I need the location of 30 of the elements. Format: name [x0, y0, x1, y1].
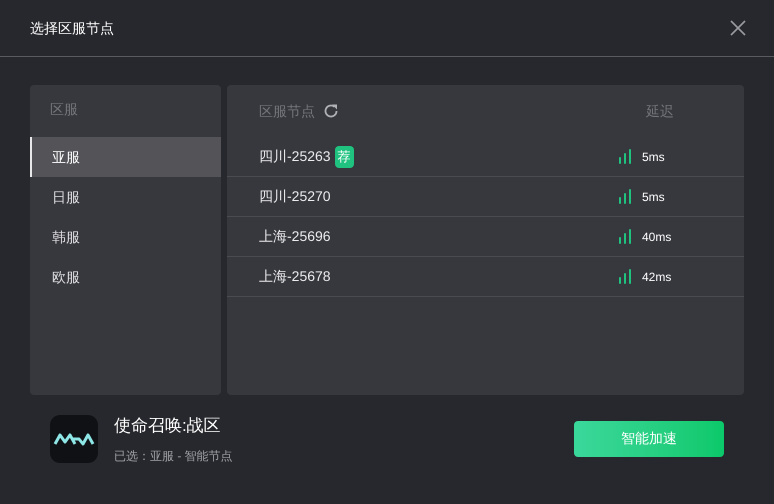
node-row[interactable]: 四川-25270 5ms	[227, 177, 744, 217]
latency-text: 40ms	[642, 228, 672, 246]
node-row[interactable]: 上海-25696 40ms	[227, 217, 744, 257]
region-heading: 区服	[49, 100, 79, 119]
region-item[interactable]: 韩服	[30, 217, 221, 257]
node-name: 四川-25270	[259, 187, 331, 206]
node-name: 四川-25263	[259, 147, 331, 166]
region-item[interactable]: 欧服	[30, 257, 221, 297]
recommend-badge: 荐	[334, 146, 354, 168]
game-logo-icon	[50, 414, 98, 463]
column-header: 区服节点	[259, 102, 315, 120]
signal-icon	[618, 229, 632, 244]
refresh-icon[interactable]	[323, 103, 339, 119]
node-name: 上海-25696	[259, 227, 331, 246]
close-icon[interactable]	[730, 20, 746, 36]
window-title: 选择区服节点	[30, 18, 114, 38]
game-title: 使命召唤:战区	[114, 415, 222, 437]
node-name: 上海-25678	[259, 267, 331, 286]
latency-text: 5ms	[642, 148, 665, 166]
signal-icon	[618, 189, 632, 204]
latency-text: 5ms	[642, 188, 665, 206]
region-item[interactable]: 日服	[30, 177, 221, 217]
node-row[interactable]: 四川-25263 荐 5ms	[227, 137, 744, 177]
region-item[interactable]: 亚服	[30, 137, 221, 177]
signal-icon	[618, 149, 632, 164]
latency-text: 42ms	[642, 268, 672, 286]
column-header: 延迟	[646, 102, 674, 120]
node-row[interactable]: 上海-25678 42ms	[227, 257, 744, 297]
signal-icon	[618, 269, 632, 284]
selection-text: 已选：亚服 - 智能节点	[114, 448, 233, 464]
